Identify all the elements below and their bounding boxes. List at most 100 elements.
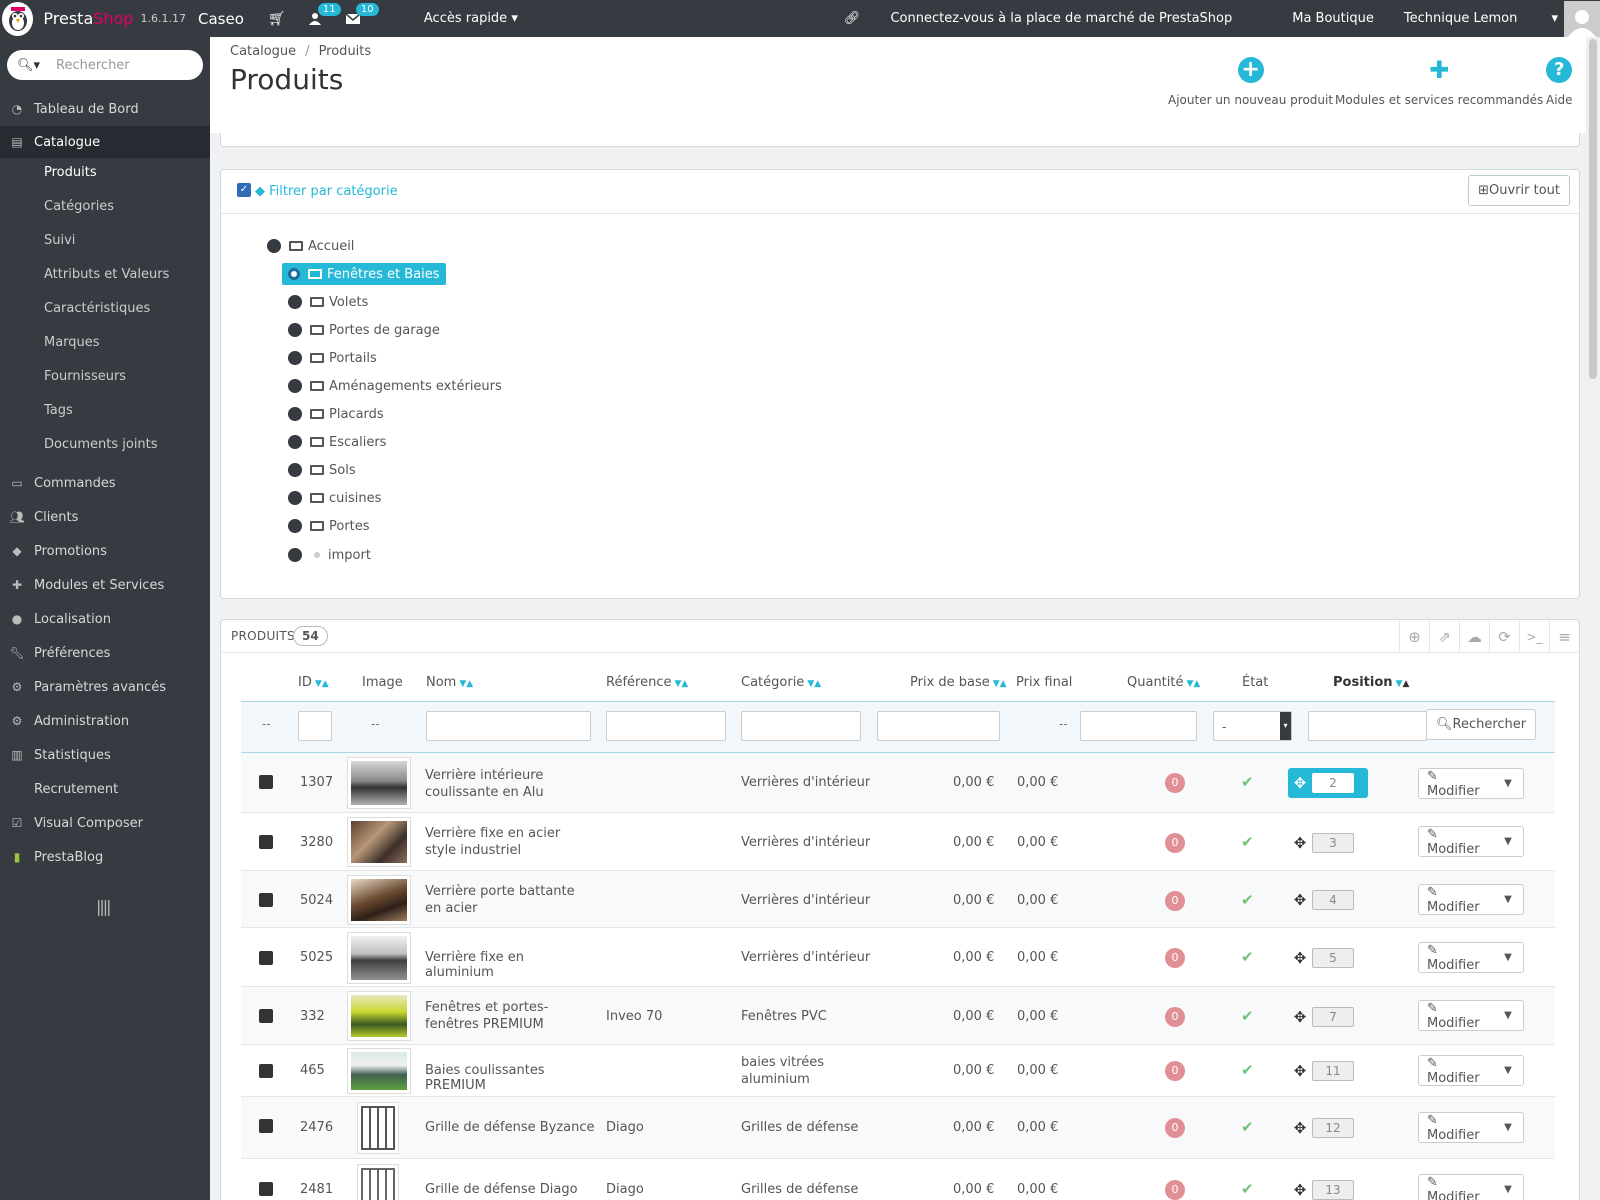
sidebar-sub-attributes[interactable]: Attributs et Valeurs [44, 267, 169, 282]
sort-icon[interactable]: ▼▲ [807, 679, 821, 689]
table-row[interactable]: 3280 Verrière fixe en acier style indust… [241, 813, 1555, 871]
radio-icon[interactable] [288, 268, 300, 280]
edit-button[interactable]: ✎ Modifier ▼ [1418, 826, 1524, 857]
sidebar-search-input[interactable]: 🔍︎▾ Rechercher [7, 50, 203, 80]
caret-down-icon[interactable]: ▼ [1493, 1122, 1523, 1133]
column-reference[interactable]: Référence ▼▲ [606, 675, 688, 690]
export-icon[interactable]: ⇗ [1429, 620, 1459, 653]
edit-button[interactable]: ✎ Modifier ▼ [1418, 1000, 1524, 1031]
table-row[interactable]: 2476 Grille de défense Byzance Diago Gri… [241, 1097, 1555, 1159]
radio-icon[interactable] [288, 519, 302, 533]
sort-icon[interactable]: ▼▲ [1396, 679, 1410, 689]
search-icon[interactable]: 🔍︎▾ [17, 58, 40, 73]
row-checkbox[interactable] [259, 1182, 273, 1196]
table-row[interactable]: 465 Baies coulissantes PREMIUM baies vit… [241, 1045, 1555, 1097]
filter-id-input[interactable] [298, 711, 332, 741]
position-handle[interactable]: ✥ 12 [1288, 1113, 1354, 1143]
avatar[interactable] [1564, 0, 1600, 37]
row-checkbox[interactable] [259, 1009, 273, 1023]
position-handle[interactable]: ✥ 2 [1288, 768, 1368, 798]
customers-icon[interactable]: 11 [296, 0, 341, 37]
tree-node[interactable]: cuisines [288, 487, 381, 509]
shop-name[interactable]: Caseo [198, 10, 244, 28]
filter-category-checkbox[interactable]: ✓ [237, 183, 251, 197]
sidebar-sub-attachments[interactable]: Documents joints [44, 437, 158, 452]
radio-icon[interactable] [288, 323, 302, 337]
caret-down-icon[interactable]: ▼ [1493, 952, 1523, 963]
filter-status-select[interactable]: - ▾ [1213, 711, 1292, 741]
logo[interactable]: PrestaShop 1.6.1.17 [0, 1, 186, 36]
row-checkbox[interactable] [259, 951, 273, 965]
table-row[interactable]: 5025 Verrière fixe en aluminium Verrière… [241, 928, 1555, 987]
sidebar-item-preferences[interactable]: 🔧︎ Préférences [0, 637, 210, 669]
position-handle[interactable]: ✥ 3 [1288, 828, 1354, 858]
database-icon[interactable]: ≡ [1549, 620, 1579, 653]
column-name[interactable]: Nom ▼▲ [426, 675, 473, 690]
radio-icon[interactable] [288, 463, 302, 477]
refresh-icon[interactable]: ⟳ [1489, 620, 1519, 653]
tree-node-selected[interactable]: Fenêtres et Baies [282, 263, 446, 285]
table-row[interactable]: 5024 Verrière porte battante en acier Ve… [241, 871, 1555, 928]
check-icon[interactable]: ✔ [1241, 891, 1254, 909]
sidebar-item-advanced-params[interactable]: ⚙ Paramètres avancés [0, 671, 210, 703]
recommended-modules-button[interactable]: ✚ Modules et services recommandés [1335, 57, 1543, 107]
position-handle[interactable]: ✥ 5 [1288, 943, 1354, 973]
row-checkbox[interactable] [259, 893, 273, 907]
caret-down-icon[interactable]: ▼ [1493, 778, 1523, 789]
radio-icon[interactable] [288, 491, 302, 505]
scrollbar-thumb[interactable] [1589, 39, 1597, 379]
sidebar-sub-tracking[interactable]: Suivi [44, 233, 75, 248]
caret-down-icon[interactable]: ▼ [1493, 894, 1523, 905]
sidebar-item-orders[interactable]: ▭ Commandes [0, 467, 210, 499]
sidebar-sub-products[interactable]: Produits [44, 165, 97, 180]
radio-icon[interactable] [288, 407, 302, 421]
sidebar-item-visual-composer[interactable]: ☑ Visual Composer [0, 807, 210, 839]
my-shop-link[interactable]: Ma Boutique [1292, 11, 1374, 26]
check-icon[interactable]: ✔ [1241, 833, 1254, 851]
check-icon[interactable]: ✔ [1241, 948, 1254, 966]
sort-icon[interactable]: ▼▲ [1186, 679, 1200, 689]
sidebar-item-promotions[interactable]: ◆ Promotions [0, 535, 210, 567]
sidebar-item-catalogue[interactable]: ▤ Catalogue [0, 126, 210, 158]
radio-icon[interactable] [288, 379, 302, 393]
sidebar-item-recruitment[interactable]: Recrutement [0, 773, 210, 805]
tree-node[interactable]: Portails [288, 347, 377, 369]
move-icon[interactable]: ✥ [1288, 834, 1312, 852]
table-row[interactable]: 2481 Grille de défense Diago Diago Grill… [241, 1159, 1555, 1200]
open-all-button[interactable]: ⊞Ouvrir tout [1468, 175, 1570, 206]
quick-access-menu[interactable]: Accès rapide ▾ [424, 11, 518, 26]
move-icon[interactable]: ✥ [1288, 1181, 1312, 1199]
caret-down-icon[interactable]: ▼ [1493, 1065, 1523, 1076]
tree-node[interactable]: Aménagements extérieurs [288, 375, 502, 397]
position-handle[interactable]: ✥ 4 [1288, 885, 1354, 915]
tree-node[interactable]: Volets [288, 291, 368, 313]
caret-down-icon[interactable]: ▼ [1493, 1184, 1523, 1195]
collapse-sidebar-icon[interactable]: |||| [96, 897, 112, 916]
sidebar-item-localization[interactable]: ● Localisation [0, 603, 210, 635]
position-handle[interactable]: ✥ 11 [1288, 1056, 1354, 1086]
filter-base-price-input[interactable] [877, 711, 1000, 741]
sidebar-item-modules[interactable]: ✚ Modules et Services [0, 569, 210, 601]
page-scrollbar[interactable] [1586, 37, 1600, 1200]
sidebar-sub-brands[interactable]: Marques [44, 335, 100, 350]
tree-node-root[interactable]: Accueil [267, 235, 354, 257]
sidebar-sub-suppliers[interactable]: Fournisseurs [44, 369, 126, 384]
check-icon[interactable]: ✔ [1241, 1061, 1254, 1079]
column-position[interactable]: Position ▼▲ [1333, 675, 1409, 690]
filter-reference-input[interactable] [606, 711, 726, 741]
row-checkbox[interactable] [259, 1119, 273, 1133]
tree-node[interactable]: Portes [288, 515, 370, 537]
breadcrumb-catalogue[interactable]: Catalogue [230, 44, 296, 59]
move-icon[interactable]: ✥ [1288, 891, 1312, 909]
row-checkbox[interactable] [259, 835, 273, 849]
edit-button[interactable]: ✎ Modifier ▼ [1418, 1112, 1524, 1143]
user-menu[interactable]: Technique Lemon ▾ [1404, 11, 1558, 26]
edit-button[interactable]: ✎ Modifier ▼ [1418, 1174, 1524, 1200]
tree-node[interactable]: Sols [288, 459, 356, 481]
check-icon[interactable]: ✔ [1241, 1118, 1254, 1136]
search-button[interactable]: 🔍︎Rechercher [1426, 709, 1537, 740]
sort-icon[interactable]: ▼▲ [993, 679, 1007, 689]
move-icon[interactable]: ✥ [1288, 1119, 1312, 1137]
sidebar-sub-features[interactable]: Caractéristiques [44, 301, 150, 316]
sort-icon[interactable]: ▼▲ [459, 679, 473, 689]
